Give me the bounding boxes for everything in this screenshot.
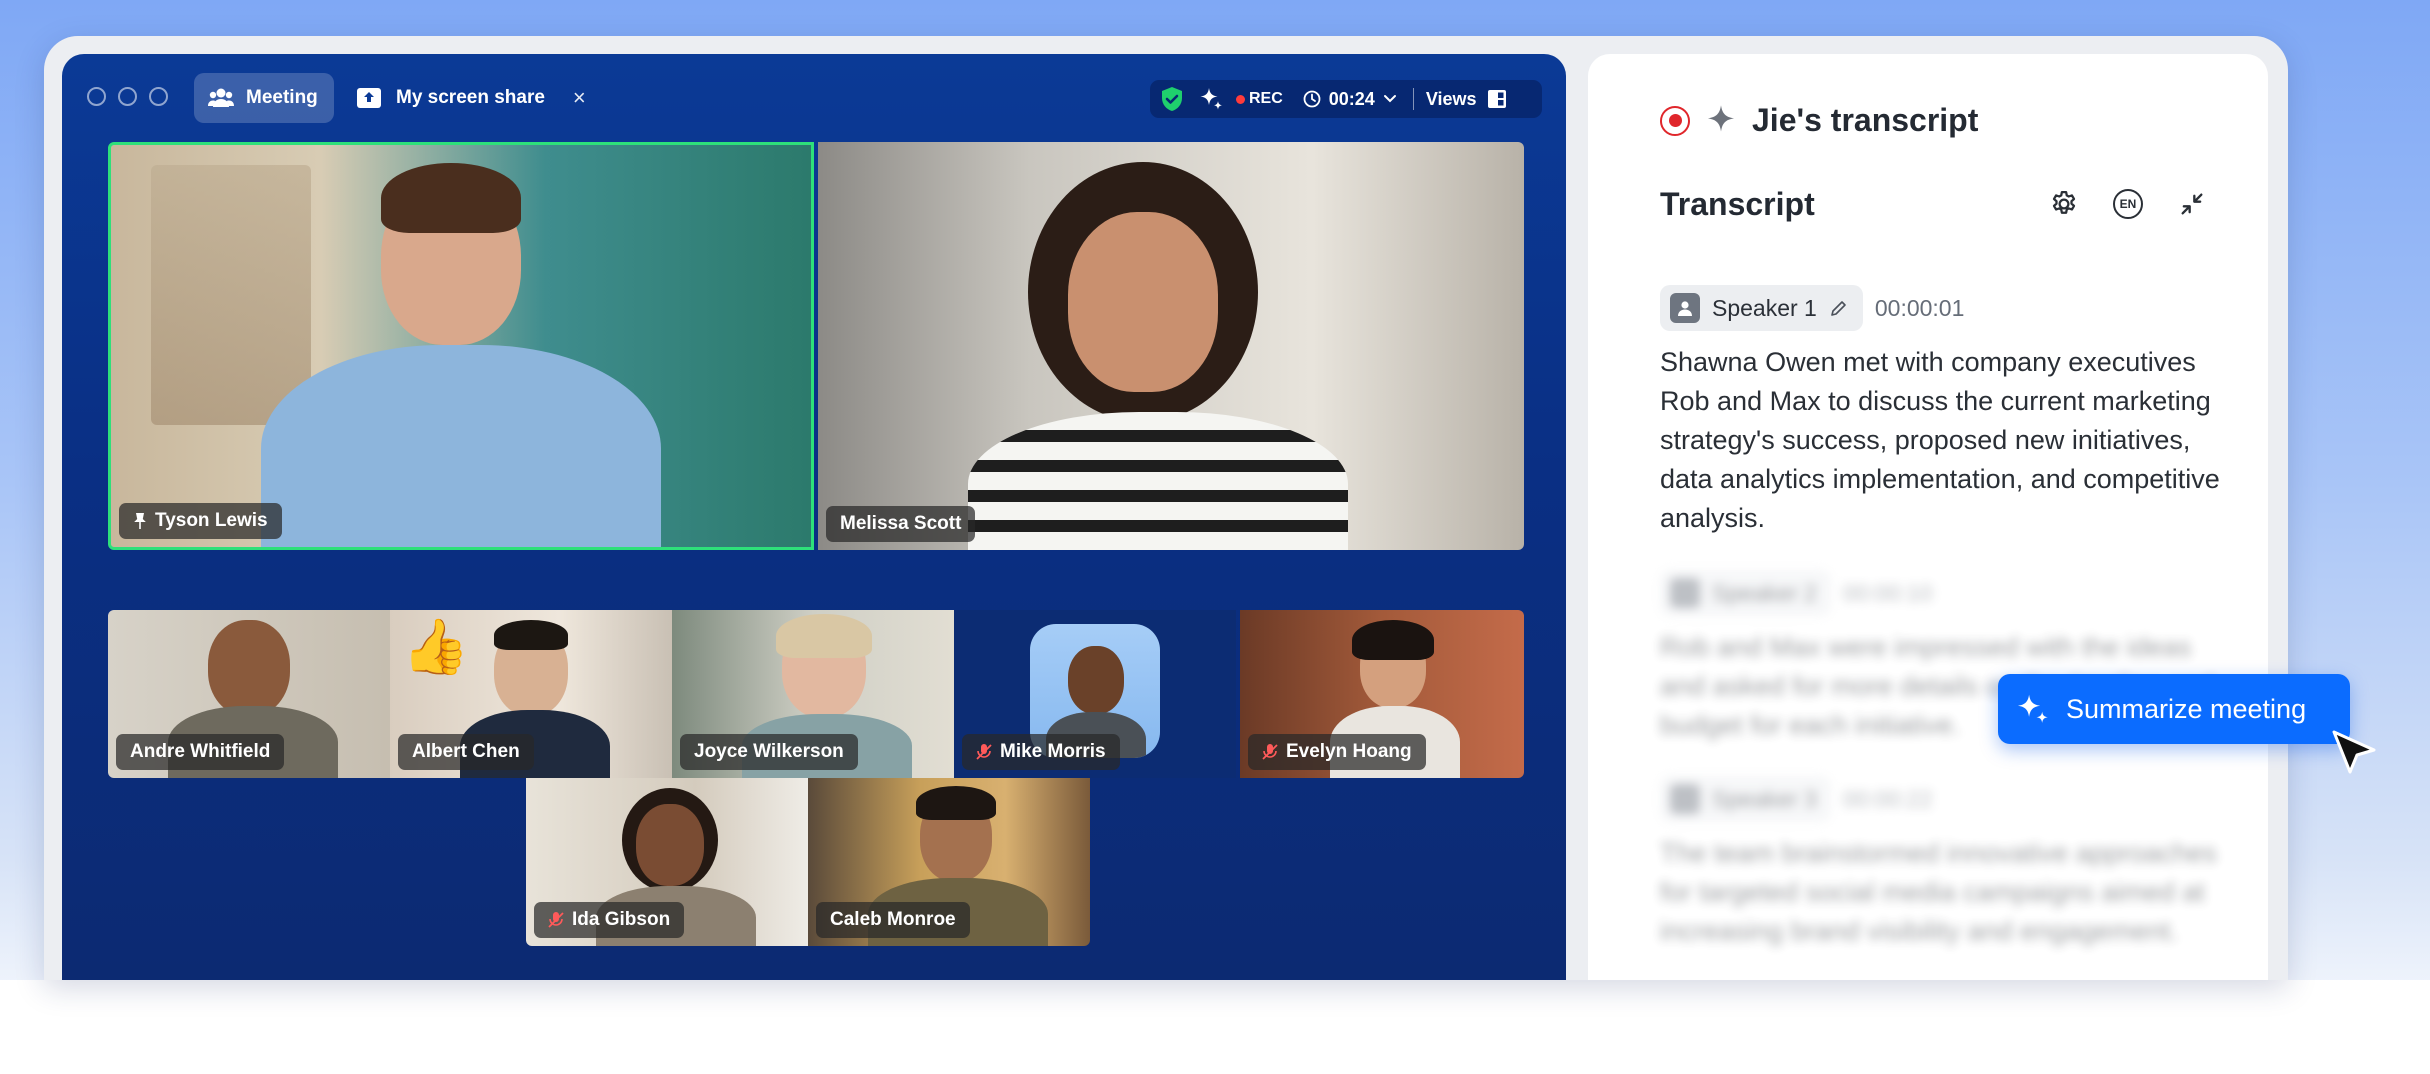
- cursor-icon: [2332, 730, 2376, 774]
- entry-timestamp: 00:00:10: [1842, 579, 1933, 606]
- participant-name-tag: Andre Whitfield: [116, 734, 285, 770]
- collapse-icon[interactable]: [2176, 188, 2208, 220]
- tab-meeting[interactable]: Meeting: [194, 73, 334, 123]
- record-icon: [1236, 94, 1245, 104]
- video-tile-albert-chen[interactable]: 👍 Albert Chen: [390, 610, 672, 778]
- status-divider: [1412, 88, 1414, 110]
- transcript-section-title: Transcript: [1660, 186, 1815, 222]
- pin-icon: [134, 513, 146, 529]
- meeting-window: Meeting My screen share × REC 00:24 View…: [62, 54, 1566, 980]
- participant-name-tag: Ida Gibson: [534, 902, 685, 938]
- shield-check-icon[interactable]: [1160, 86, 1184, 112]
- participant-name-tag: Joyce Wilkerson: [680, 734, 858, 770]
- participant-video: [968, 412, 1348, 550]
- video-tile-mike-morris[interactable]: Mike Morris: [954, 610, 1236, 778]
- views-button[interactable]: Views: [1426, 89, 1507, 110]
- participant-name-tag: Mike Morris: [962, 734, 1120, 770]
- transcript-owner-title: Jie's transcript: [1752, 102, 1979, 138]
- entry-timestamp: 00:00:01: [1874, 294, 1965, 321]
- transcript-header: Jie's transcript: [1660, 102, 1978, 139]
- window-minimize-dot[interactable]: [118, 87, 137, 106]
- tab-meeting-label: Meeting: [246, 87, 318, 108]
- layout-icon: [1487, 90, 1506, 108]
- participant-name-tag: Caleb Monroe: [816, 902, 970, 938]
- participant-video: [636, 804, 704, 886]
- participant-video: [776, 614, 872, 658]
- participant-video: [261, 345, 661, 547]
- participant-video: [151, 165, 311, 425]
- video-tile-ida-gibson[interactable]: Ida Gibson: [526, 778, 808, 946]
- participant-video: [1068, 212, 1218, 392]
- transcript-entry: Speaker 3 00:00:22 The team brainstormed…: [1660, 776, 2220, 951]
- pencil-icon[interactable]: [1829, 298, 1849, 318]
- video-tile-joyce-wilkerson[interactable]: Joyce Wilkerson: [672, 610, 954, 778]
- tab-screen-share-label: My screen share: [396, 87, 545, 108]
- recording-indicator[interactable]: REC: [1236, 90, 1283, 108]
- views-label: Views: [1425, 88, 1477, 109]
- participant-name-tag: Tyson Lewis: [119, 503, 282, 539]
- timer-value: 00:24: [1328, 88, 1375, 109]
- participant-video: [494, 620, 568, 650]
- participant-video: [208, 620, 290, 716]
- speaker-chip[interactable]: Speaker 2: [1660, 570, 1831, 616]
- meeting-timer[interactable]: 00:24: [1303, 89, 1397, 110]
- window-zoom-dot[interactable]: [149, 87, 168, 106]
- summarize-label: Summarize meeting: [2066, 693, 2307, 724]
- tab-screen-share[interactable]: My screen share ×: [346, 73, 586, 123]
- speaker-chip[interactable]: Speaker 3: [1660, 776, 1831, 822]
- participant-video: [381, 163, 521, 233]
- video-tile-melissa-scott[interactable]: Melissa Scott: [818, 142, 1524, 550]
- sparkle-icon: [2017, 694, 2048, 723]
- record-icon[interactable]: [1660, 105, 1690, 136]
- video-tile-andre-whitfield[interactable]: Andre Whitfield: [108, 610, 390, 778]
- participant-name-tag: Melissa Scott: [826, 506, 976, 542]
- sparkle-icon[interactable]: [1198, 86, 1224, 112]
- speaker-name: Speaker 2: [1712, 579, 1817, 606]
- video-tile-tyson-lewis[interactable]: Tyson Lewis: [108, 142, 814, 550]
- participant-name-tag: Evelyn Hoang: [1248, 734, 1426, 770]
- speaker-name: Speaker 3: [1712, 785, 1817, 812]
- transcript-actions: EN: [2048, 188, 2208, 220]
- transcript-panel: Jie's transcript Transcript EN Speaker 1: [1588, 54, 2268, 980]
- close-icon[interactable]: ×: [573, 85, 586, 111]
- page-bottom: [0, 980, 2430, 1074]
- speaker-chip[interactable]: Speaker 1: [1660, 285, 1863, 331]
- entry-text: The team brainstormed innovative approac…: [1660, 838, 2217, 946]
- language-badge: EN: [2113, 189, 2143, 219]
- entry-text: Shawna Owen met with company executives …: [1660, 347, 2220, 533]
- people-icon: [208, 88, 234, 107]
- participant-video: [916, 786, 996, 820]
- mic-off-icon: [1262, 744, 1278, 760]
- mic-off-icon: [548, 912, 564, 928]
- screen-share-icon: [357, 88, 381, 108]
- rec-label: REC: [1249, 90, 1283, 107]
- participant-name-tag: Albert Chen: [398, 734, 534, 770]
- reaction-emoji: 👍: [402, 617, 470, 677]
- video-tile-caleb-monroe[interactable]: Caleb Monroe: [808, 778, 1090, 946]
- participant-video: [1352, 620, 1434, 660]
- gear-icon[interactable]: [2048, 188, 2080, 220]
- mic-off-icon: [976, 744, 992, 760]
- person-icon: [1670, 784, 1700, 814]
- window-close-dot[interactable]: [87, 87, 106, 106]
- language-icon[interactable]: EN: [2112, 188, 2144, 220]
- transcript-entry: Speaker 1 00:00:01 Shawna Owen met with …: [1660, 285, 2220, 538]
- sparkle-icon: [1707, 104, 1735, 131]
- meeting-status-bar: REC 00:24 Views: [1150, 80, 1542, 118]
- speaker-name: Speaker 1: [1712, 294, 1817, 321]
- meeting-toolbar: Meeting My screen share × REC 00:24 View…: [62, 54, 1566, 144]
- person-icon: [1670, 293, 1700, 323]
- entry-timestamp: 00:00:22: [1842, 785, 1933, 812]
- clock-icon: [1303, 90, 1321, 108]
- chevron-down-icon: [1383, 95, 1396, 103]
- summarize-meeting-button[interactable]: Summarize meeting: [1998, 674, 2350, 744]
- video-tile-evelyn-hoang[interactable]: Evelyn Hoang: [1240, 610, 1524, 778]
- person-icon: [1670, 578, 1700, 608]
